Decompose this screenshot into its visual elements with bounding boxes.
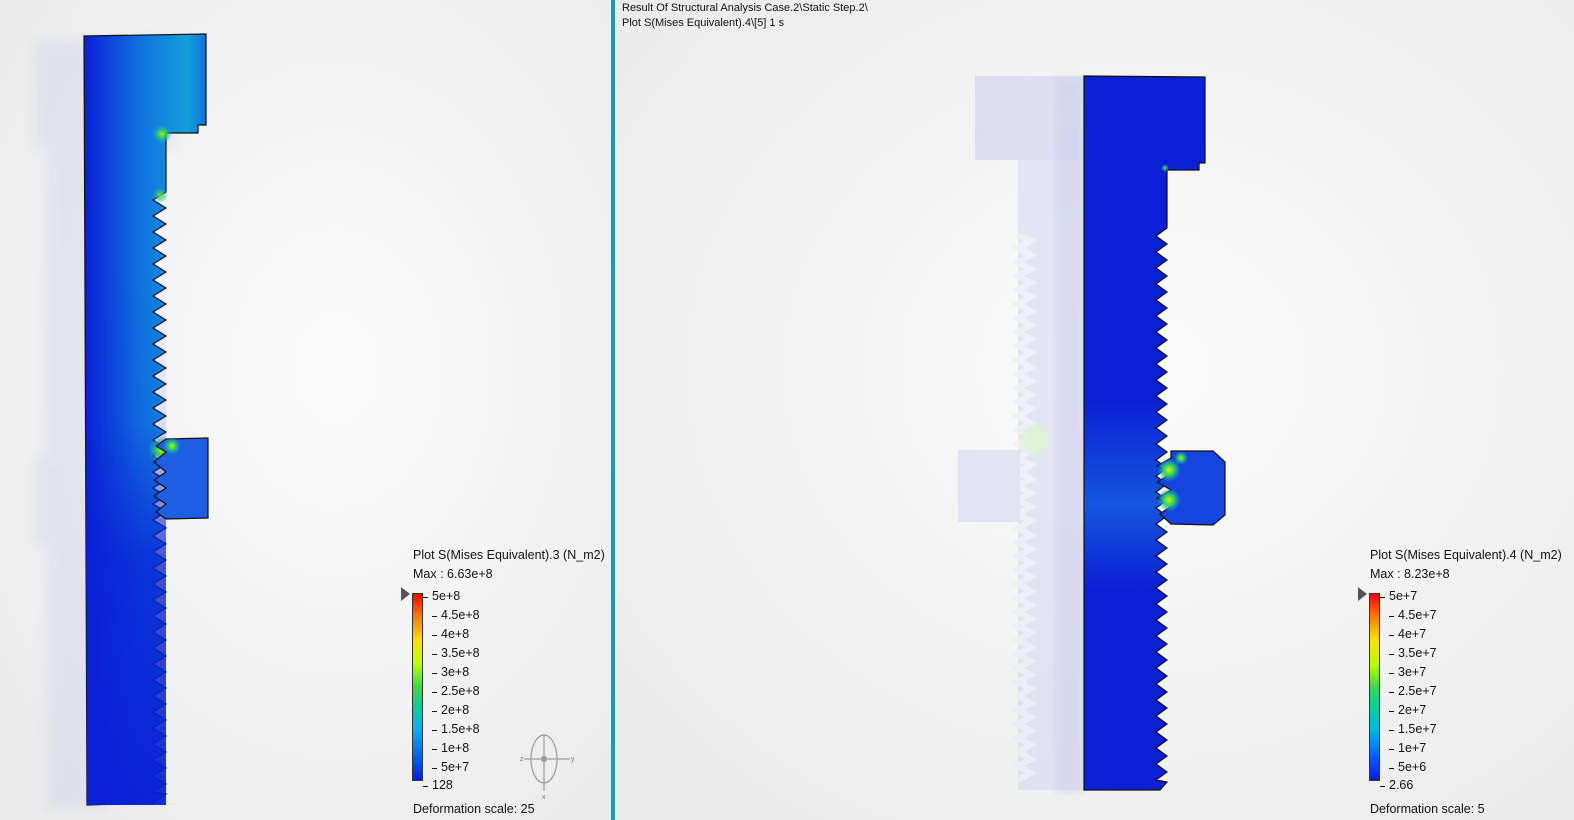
svg-text:x: x <box>542 794 546 801</box>
color-scale-bar <box>1369 593 1380 781</box>
scale-tick: 2e+7 <box>1388 703 1427 717</box>
scale-tick: 1e+7 <box>1388 741 1427 755</box>
legend-max-value: Max : 6.63e+8 <box>413 567 493 581</box>
deformation-scale-label: Deformation scale: 25 <box>413 802 535 816</box>
color-scale-bar <box>412 593 423 781</box>
scale-tick: 1.5e+7 <box>1389 722 1437 736</box>
scale-tick: 4e+8 <box>431 627 470 641</box>
left-nut <box>152 437 209 520</box>
color-scale[interactable]: 5e+7 4.5e+7 4e+7 3.5e+7 3e+7 2.5e+7 2e+7… <box>1358 587 1478 792</box>
legend-title: Plot S(Mises Equivalent).3 (N_m2) <box>413 548 605 562</box>
right-viewport[interactable]: Result Of Structural Analysis Case.2\Sta… <box>615 0 1574 820</box>
scale-tick: 5e+7 <box>431 760 470 774</box>
scale-tick: 4.5e+8 <box>432 608 480 622</box>
scale-tick: 4.5e+7 <box>1389 608 1437 622</box>
scale-tick: 128 <box>423 778 453 792</box>
scale-tick: 3e+7 <box>1388 665 1427 679</box>
scale-pointer-icon[interactable] <box>1358 587 1367 601</box>
svg-text:y: y <box>571 756 575 763</box>
scale-tick: 1e+8 <box>431 741 470 755</box>
left-viewport[interactable]: z y x Plot S(Mises Equivalent).3 (N_m2) … <box>0 0 611 820</box>
deformation-scale-label: Deformation scale: 5 <box>1370 802 1485 816</box>
scale-tick: 1.5e+8 <box>432 722 480 736</box>
scale-tick: 5e+6 <box>1388 760 1427 774</box>
legend-max-value: Max : 8.23e+8 <box>1370 567 1450 581</box>
scale-tick: 5e+8 <box>422 589 461 603</box>
scale-tick: 5e+7 <box>1379 589 1418 603</box>
scale-pointer-icon[interactable] <box>401 587 410 601</box>
scale-tick: 2.5e+8 <box>432 684 480 698</box>
right-bolt-body <box>1083 75 1206 791</box>
axis-compass-icon[interactable]: z y x <box>520 734 575 801</box>
scale-tick: 3.5e+7 <box>1389 646 1437 660</box>
scale-tick: 3e+8 <box>431 665 470 679</box>
legend-title: Plot S(Mises Equivalent).4 (N_m2) <box>1370 548 1562 562</box>
scale-tick: 2.5e+7 <box>1389 684 1437 698</box>
scale-tick: 4e+7 <box>1388 627 1427 641</box>
scale-tick: 2.66 <box>1379 778 1414 792</box>
color-scale[interactable]: 5e+8 4.5e+8 4e+8 3.5e+8 3e+8 2.5e+8 2e+8… <box>401 587 521 792</box>
scale-tick: 3.5e+8 <box>432 646 480 660</box>
scale-tick: 2e+8 <box>431 703 470 717</box>
